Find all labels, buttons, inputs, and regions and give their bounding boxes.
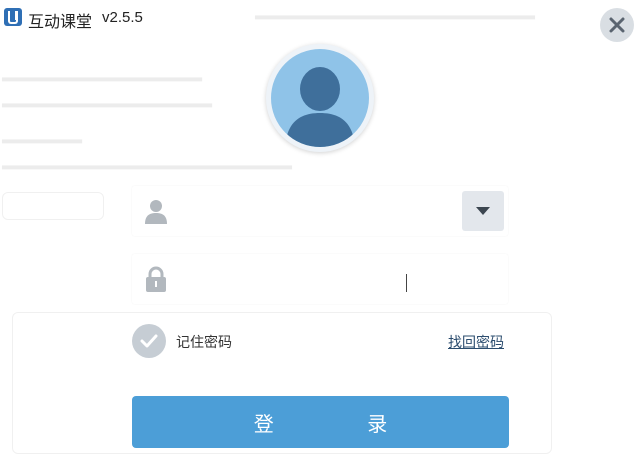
app-title: 互动课堂	[28, 14, 93, 31]
username-field[interactable]	[132, 186, 508, 236]
close-button[interactable]	[600, 8, 634, 42]
title-bar: 互动课堂 v2.5.5	[0, 0, 637, 40]
app-logo-icon	[4, 8, 22, 26]
avatar	[266, 44, 374, 152]
app-version: v2.5.5	[102, 9, 143, 26]
close-icon	[609, 17, 625, 33]
background-ghost-text: ▂▂▂▂▂▂▂▂	[2, 128, 82, 143]
background-ghost-text: ▂▂▂▂▂▂▂▂▂▂▂▂▂▂▂▂▂▂▂▂	[2, 66, 202, 81]
user-avatar-icon	[285, 67, 355, 147]
password-field[interactable]	[132, 254, 508, 304]
chevron-down-icon	[476, 207, 490, 215]
avatar-image	[271, 49, 369, 147]
lock-icon	[146, 266, 166, 292]
remember-password-label: 记住密码	[176, 334, 232, 350]
account-dropdown-button[interactable]	[462, 191, 504, 231]
remember-password-checkbox[interactable]	[132, 324, 166, 358]
forgot-password-link[interactable]: 找回密码	[448, 332, 504, 352]
login-button[interactable]: 登 录	[132, 396, 509, 448]
background-ghost-box	[2, 192, 104, 220]
background-ghost-text: ▂▂▂▂▂▂▂▂▂▂▂▂▂▂▂▂▂▂▂▂▂	[2, 92, 212, 107]
background-ghost-text: ▂▂▂▂▂▂▂▂▂▂▂▂▂▂▂▂▂▂▂▂▂▂▂▂▂▂▂▂▂	[2, 154, 292, 169]
text-cursor	[406, 274, 407, 292]
password-input[interactable]	[176, 262, 460, 298]
username-input[interactable]	[176, 194, 460, 230]
user-icon	[145, 200, 167, 224]
check-icon	[140, 334, 158, 348]
